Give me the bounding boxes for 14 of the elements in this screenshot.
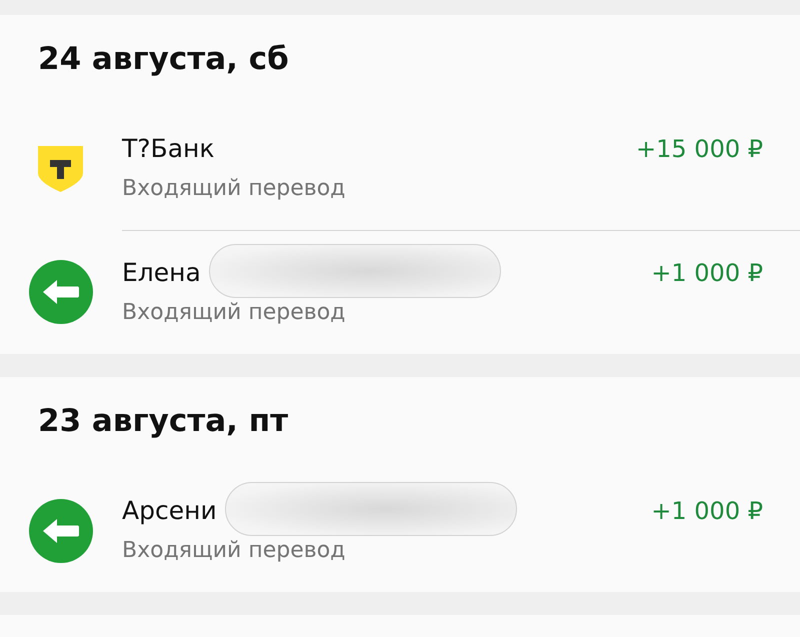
- amount-text: +1 000 ₽: [651, 497, 763, 525]
- sender-name: Арсени: [122, 497, 217, 525]
- amount-text: +1 000 ₽: [651, 259, 763, 287]
- sender-name: Т?Банк: [122, 135, 214, 163]
- transaction-type: Входящий перевод: [122, 300, 346, 326]
- arrow-circle-icon: [29, 498, 93, 562]
- amount-text: +15 000 ₽: [636, 135, 763, 163]
- shield-icon: [38, 146, 83, 192]
- arrow-circle-icon: [29, 260, 93, 324]
- date-heading: 23 августа, пт: [38, 403, 288, 439]
- transaction-type: Входящий перевод: [122, 176, 346, 202]
- date-heading: 24 августа, сб: [38, 41, 289, 77]
- transaction-type: Входящий перевод: [122, 538, 346, 564]
- sender-name: Елена: [122, 259, 201, 287]
